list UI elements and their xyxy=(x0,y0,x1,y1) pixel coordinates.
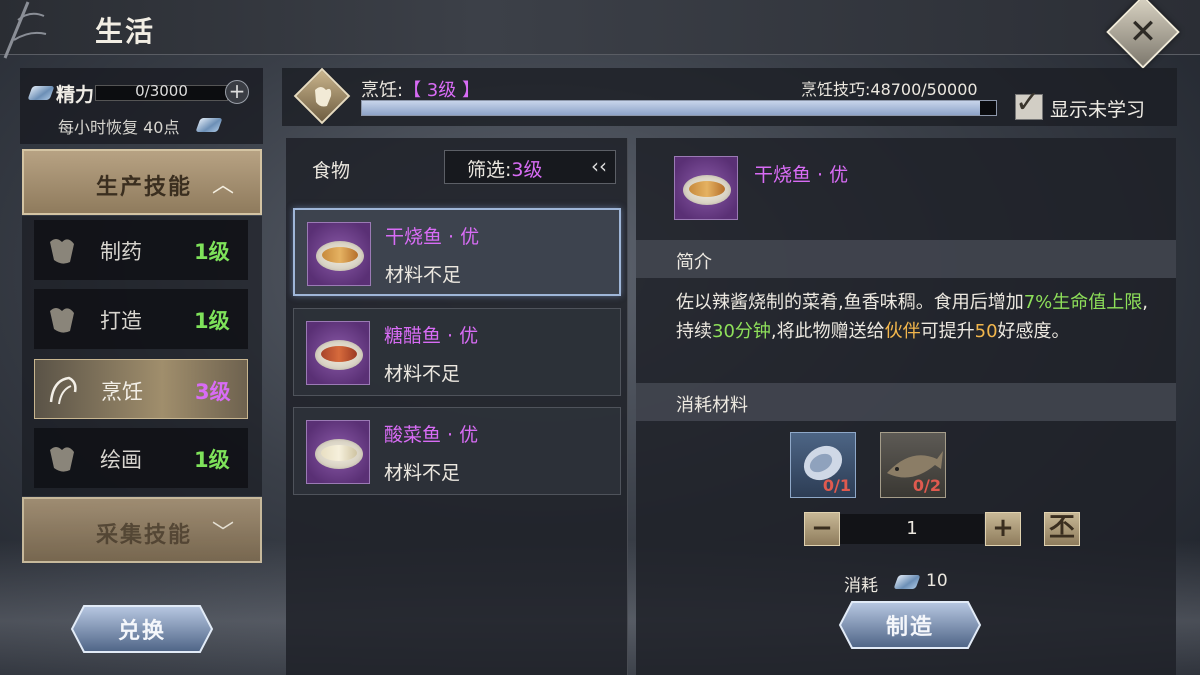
material-slot-fish[interactable]: 0/2 xyxy=(880,432,946,498)
material-count: 0/1 xyxy=(822,476,851,495)
consume-value: 10 xyxy=(926,571,948,591)
cooking-progress-bar xyxy=(361,100,997,116)
recipe-item-ganshao-fish[interactable]: 干烧鱼 · 优 材料不足 xyxy=(293,208,621,296)
skill-level: 1级 xyxy=(194,448,230,472)
skill-name: 制药 xyxy=(100,240,142,264)
skill-name: 绘画 xyxy=(100,448,142,472)
skill-name: 打造 xyxy=(100,309,142,333)
exchange-button-label: 兑换 xyxy=(117,618,166,644)
recipe-status: 材料不足 xyxy=(384,363,461,385)
medicine-skill-icon xyxy=(50,239,74,264)
skill-list: 制药 1级 打造 1级 烹饪 3级 绘画 1级 xyxy=(22,216,262,496)
header-bar: 生活 xyxy=(0,0,1200,59)
recipe-name: 糖醋鱼 · 优 xyxy=(384,325,479,347)
quantity-plus-button[interactable]: + xyxy=(985,512,1021,546)
food-list-panel: 食物 筛选:3级 ‹‹ 干烧鱼 · 优 材料不足 糖醋鱼 · 优 材料不足 酸菜… xyxy=(286,138,628,675)
category-gathering-label: 采集技能 xyxy=(96,523,193,548)
cooking-skill-bar: 烹饪:【 3级 】 烹饪技巧:48700/50000 ✓ 显示未学习 xyxy=(282,67,1177,126)
consume-label: 消耗 xyxy=(844,576,878,596)
skill-item-painting[interactable]: 绘画 1级 xyxy=(34,428,248,488)
recipe-status: 材料不足 xyxy=(384,462,461,484)
recipe-item-pickled-fish[interactable]: 酸菜鱼 · 优 材料不足 xyxy=(293,407,621,495)
cooking-skill-icon xyxy=(49,376,77,405)
category-production-label: 生产技能 xyxy=(96,175,193,200)
bamboo-decoration-icon xyxy=(3,1,47,59)
cooking-level: 【 3级 】 xyxy=(403,80,480,101)
recipe-status: 材料不足 xyxy=(385,264,462,286)
material-count: 0/2 xyxy=(912,476,941,495)
sweet-sour-fish-dish-icon xyxy=(306,321,370,385)
page-title: 生活 xyxy=(95,15,156,48)
skill-level: 3级 xyxy=(195,380,231,404)
make-button-label: 制造 xyxy=(885,614,934,640)
recipe-item-sweet-sour-fish[interactable]: 糖醋鱼 · 优 材料不足 xyxy=(293,308,621,396)
skill-level: 1级 xyxy=(194,309,230,333)
stamina-gem-icon xyxy=(27,86,55,100)
recipe-name: 干烧鱼 · 优 xyxy=(385,226,480,248)
pickled-fish-dish-icon xyxy=(306,420,370,484)
intro-title: 简介 xyxy=(676,252,712,273)
filter-value: 3级 xyxy=(511,159,543,181)
add-stamina-button[interactable]: + xyxy=(225,80,249,104)
intro-section-bar: 简介 xyxy=(636,240,1176,278)
tab-food[interactable]: 食物 xyxy=(312,156,350,183)
make-button[interactable]: 制造 xyxy=(838,600,982,650)
category-production-skills[interactable]: 生产技能 ︿ xyxy=(22,149,262,215)
filter-arrow-icon: ‹‹ xyxy=(591,154,607,178)
chevron-up-icon: ︿ xyxy=(211,173,234,198)
recipe-name: 酸菜鱼 · 优 xyxy=(384,424,479,446)
skill-item-cooking[interactable]: 烹饪 3级 xyxy=(34,359,248,419)
stamina-label: 精力 xyxy=(56,84,95,106)
stamina-recover-text: 每小时恢复 40点 xyxy=(58,118,180,137)
detail-dish-icon xyxy=(674,156,738,220)
filter-label: 筛选:3级 xyxy=(467,159,543,181)
painting-skill-icon xyxy=(50,447,74,472)
quantity-minus-button[interactable]: − xyxy=(804,512,840,546)
consume-gem-icon xyxy=(893,575,921,589)
quantity-value[interactable]: 1 xyxy=(840,514,984,544)
materials-section-bar: 消耗材料 xyxy=(636,383,1176,421)
checkmark-icon[interactable]: ✓ xyxy=(1015,85,1049,120)
stamina-panel: 精力 0/3000 + 每小时恢复 40点 xyxy=(20,68,263,144)
show-unlearned-label: 显示未学习 xyxy=(1050,99,1146,121)
detail-recipe-name: 干烧鱼 · 优 xyxy=(754,164,849,186)
ganshao-fish-dish-icon xyxy=(307,222,371,286)
material-slot-shell[interactable]: 0/1 xyxy=(790,432,856,498)
chevron-down-icon: ﹀ xyxy=(211,521,234,546)
forging-skill-icon xyxy=(50,308,74,333)
cooking-title: 烹饪:【 3级 】 xyxy=(361,80,480,101)
level-filter-dropdown[interactable]: 筛选:3级 ‹‹ xyxy=(444,150,616,184)
recipe-description: 佐以辣酱烧制的菜肴,鱼香味稠。食用后增加7%生命值上限,持续30分钟,将此物赠送… xyxy=(676,292,1149,342)
recover-gem-icon xyxy=(195,118,223,132)
cooking-skill-progress-text: 烹饪技巧:48700/50000 xyxy=(801,80,978,99)
category-gathering-skills[interactable]: 采集技能 ﹀ xyxy=(22,497,262,563)
skill-name: 烹饪 xyxy=(101,380,143,404)
exchange-button[interactable]: 兑换 xyxy=(70,604,214,654)
stamina-value: 0/3000 xyxy=(135,82,188,100)
recipe-detail-panel: 干烧鱼 · 优 简介 佐以辣酱烧制的菜肴,鱼香味稠。食用后增加7%生命值上限,持… xyxy=(636,138,1176,675)
cooking-badge-icon xyxy=(315,87,332,107)
skill-item-medicine[interactable]: 制药 1级 xyxy=(34,220,248,280)
skill-item-forging[interactable]: 打造 1级 xyxy=(34,289,248,349)
quantity-max-button[interactable]: 丕 xyxy=(1044,512,1080,546)
skill-level: 1级 xyxy=(194,240,230,264)
close-icon[interactable]: ✕ xyxy=(1117,6,1169,58)
materials-title: 消耗材料 xyxy=(676,395,748,416)
cooking-progress-fill xyxy=(362,101,980,115)
